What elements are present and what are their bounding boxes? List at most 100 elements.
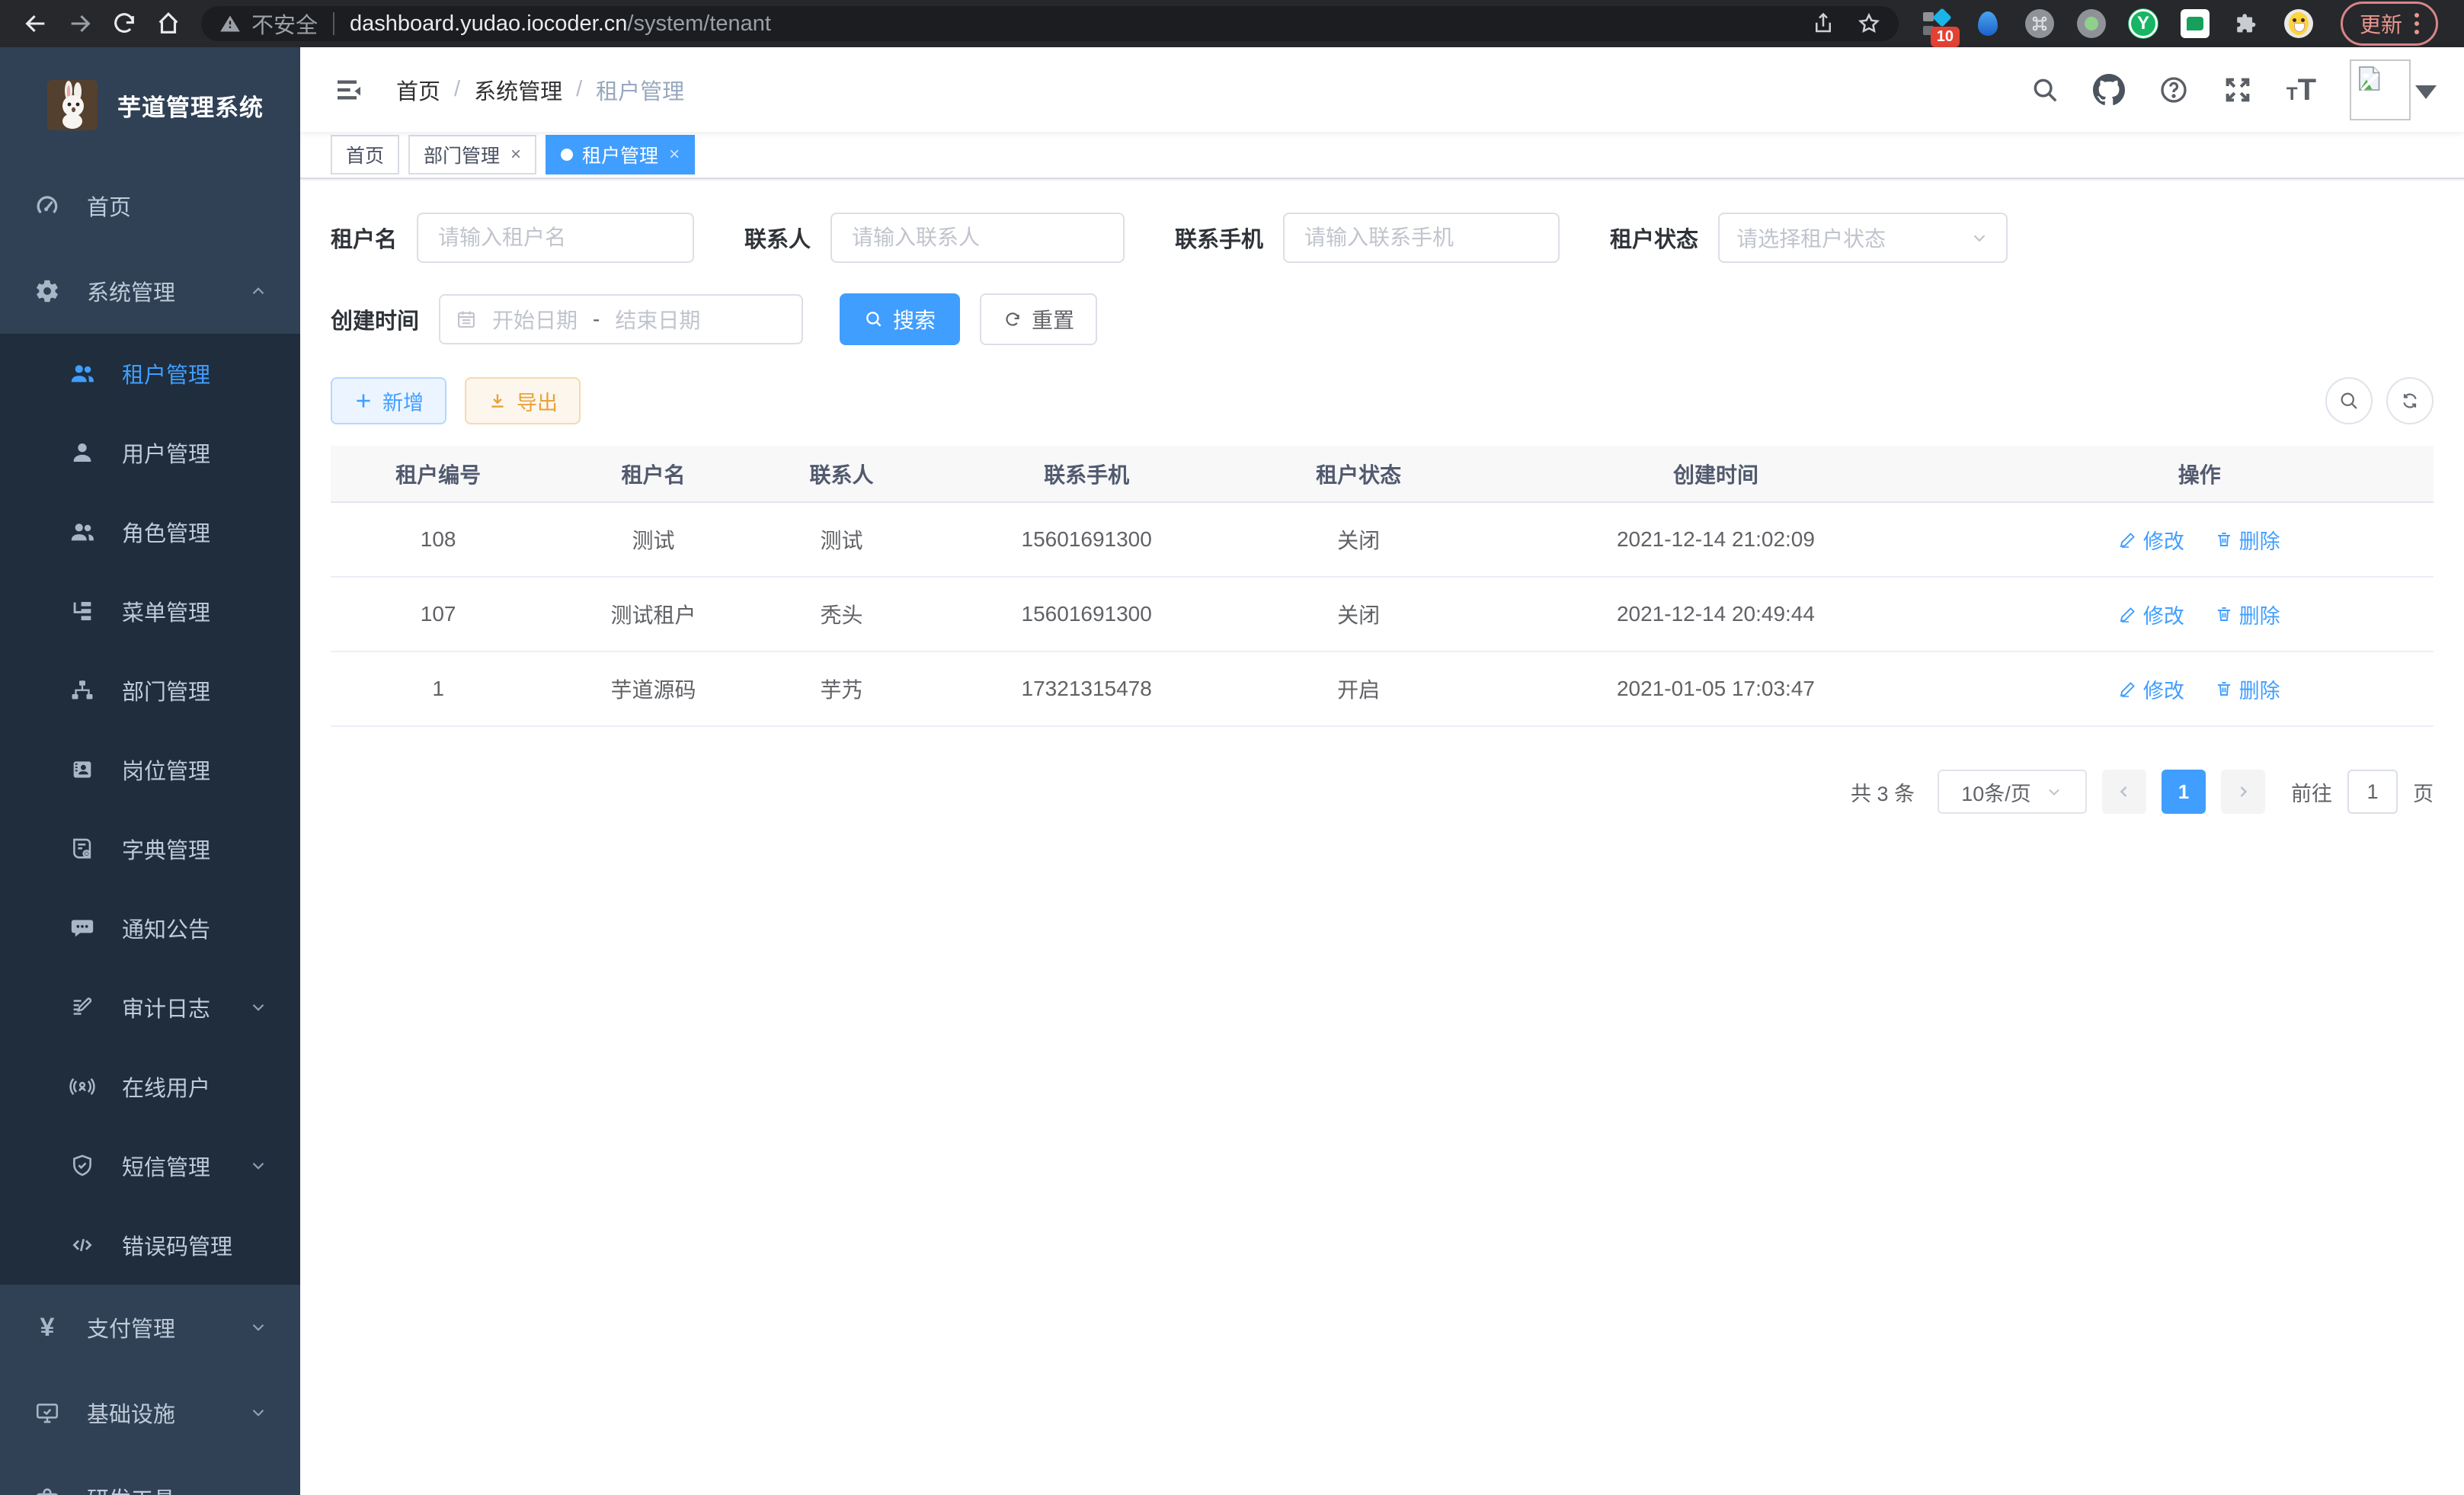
chevron-down-icon bbox=[248, 1156, 268, 1176]
bookmark-star-icon[interactable] bbox=[1858, 12, 1880, 35]
extension-recorder-icon[interactable] bbox=[2077, 9, 2106, 38]
tags-view: 首页 部门管理× 租户管理× bbox=[300, 132, 2464, 179]
page-number-1[interactable]: 1 bbox=[2162, 770, 2206, 814]
gear-icon bbox=[32, 278, 62, 304]
trash-icon bbox=[2215, 605, 2233, 623]
sidebar-item-dict[interactable]: 字典管理 bbox=[0, 809, 300, 888]
add-button[interactable]: 新增 bbox=[331, 377, 446, 424]
phone-input[interactable] bbox=[1283, 213, 1560, 263]
tag-tenant-active[interactable]: 租户管理× bbox=[546, 135, 695, 174]
sidebar-item-tenant[interactable]: 租户管理 bbox=[0, 334, 300, 413]
extension-command-icon[interactable] bbox=[2025, 9, 2054, 38]
status-select[interactable]: 请选择租户状态 bbox=[1718, 213, 2008, 263]
sidebar-item-role[interactable]: 角色管理 bbox=[0, 492, 300, 571]
sidebar-item-system[interactable]: 系统管理 bbox=[0, 248, 300, 334]
sidebar-item-dept[interactable]: 部门管理 bbox=[0, 651, 300, 730]
profile-avatar-icon[interactable] bbox=[2284, 9, 2313, 38]
create-time-range-picker[interactable]: 开始日期 - 结束日期 bbox=[439, 294, 803, 344]
sidebar-item-label: 角色管理 bbox=[122, 516, 210, 548]
download-icon bbox=[488, 391, 507, 411]
cell-contact: 测试 bbox=[761, 502, 923, 577]
app-logo[interactable]: 芋道管理系统 bbox=[0, 47, 300, 163]
range-separator: - bbox=[593, 307, 600, 331]
avatar-broken-image bbox=[2350, 59, 2411, 120]
sidebar-item-home[interactable]: 首页 bbox=[0, 163, 300, 248]
sidebar-item-infrastructure[interactable]: 基础设施 bbox=[0, 1370, 300, 1455]
sidebar-item-label: 字典管理 bbox=[122, 833, 210, 865]
sidebar-item-payment[interactable]: ¥ 支付管理 bbox=[0, 1285, 300, 1370]
edit-link[interactable]: 修改 bbox=[2119, 525, 2184, 555]
col-created: 创建时间 bbox=[1466, 446, 1965, 502]
sidebar-item-notice[interactable]: 通知公告 bbox=[0, 888, 300, 968]
sidebar-item-label: 系统管理 bbox=[87, 275, 175, 307]
browser-update-button[interactable]: 更新 bbox=[2341, 2, 2438, 46]
prev-page-button[interactable] bbox=[2102, 770, 2146, 814]
fullscreen-icon[interactable] bbox=[2222, 75, 2253, 105]
close-icon[interactable]: × bbox=[510, 144, 521, 165]
delete-link[interactable]: 删除 bbox=[2215, 674, 2280, 704]
share-icon[interactable] bbox=[1812, 12, 1835, 35]
cell-phone: 17321315478 bbox=[922, 651, 1251, 726]
cell-id: 108 bbox=[331, 502, 546, 577]
extension-pinned-icon[interactable]: 10 bbox=[1922, 9, 1950, 38]
user-avatar[interactable] bbox=[2350, 59, 2437, 120]
breadcrumb-home[interactable]: 首页 bbox=[396, 74, 440, 106]
sidebar-item-sms[interactable]: 短信管理 bbox=[0, 1126, 300, 1205]
goto-page-input[interactable] bbox=[2347, 770, 2398, 814]
search-button[interactable]: 搜索 bbox=[840, 293, 960, 345]
sidebar-item-label: 通知公告 bbox=[122, 912, 210, 944]
dashboard-icon bbox=[32, 193, 62, 219]
breadcrumb-current: 租户管理 bbox=[596, 74, 684, 106]
sidebar-item-online-users[interactable]: 在线用户 bbox=[0, 1047, 300, 1126]
breadcrumb-system[interactable]: 系统管理 bbox=[474, 74, 562, 106]
close-icon[interactable]: × bbox=[669, 144, 680, 165]
trash-icon bbox=[2215, 530, 2233, 549]
github-icon[interactable] bbox=[2093, 74, 2125, 106]
next-page-button[interactable] bbox=[2221, 770, 2265, 814]
extension-chat-icon[interactable] bbox=[2181, 9, 2210, 38]
sidebar-item-error-code[interactable]: 错误码管理 bbox=[0, 1205, 300, 1285]
browser-back-button[interactable] bbox=[14, 2, 58, 46]
calendar-icon bbox=[456, 309, 477, 330]
tenant-name-input[interactable] bbox=[417, 213, 694, 263]
sidebar-item-post[interactable]: 岗位管理 bbox=[0, 730, 300, 809]
reset-button[interactable]: 重置 bbox=[980, 293, 1097, 345]
extension-y-icon[interactable]: Y bbox=[2129, 9, 2158, 38]
col-contact: 联系人 bbox=[761, 446, 923, 502]
delete-link[interactable]: 删除 bbox=[2215, 525, 2280, 555]
pencil-icon bbox=[2119, 680, 2137, 698]
edit-link[interactable]: 修改 bbox=[2119, 600, 2184, 629]
browser-reload-button[interactable] bbox=[102, 2, 146, 46]
extensions-puzzle-icon[interactable] bbox=[2232, 9, 2261, 38]
sidebar-toggle-icon[interactable] bbox=[334, 75, 364, 105]
tag-home[interactable]: 首页 bbox=[331, 135, 399, 174]
delete-link[interactable]: 删除 bbox=[2215, 600, 2280, 629]
sidebar-item-label: 短信管理 bbox=[122, 1150, 210, 1182]
address-bar[interactable]: 不安全 dashboard.yudao.iocoder.cn/system/te… bbox=[201, 6, 1899, 41]
contact-input[interactable] bbox=[830, 213, 1125, 263]
browser-home-button[interactable] bbox=[146, 2, 190, 46]
header-search-icon[interactable] bbox=[2030, 75, 2059, 104]
help-icon[interactable] bbox=[2158, 75, 2189, 105]
export-button[interactable]: 导出 bbox=[465, 377, 581, 424]
extension-balloon-icon[interactable] bbox=[1973, 9, 2002, 38]
edit-link[interactable]: 修改 bbox=[2119, 674, 2184, 704]
page-size-select[interactable]: 10条/页 bbox=[1938, 770, 2087, 814]
browser-forward-button[interactable] bbox=[58, 2, 102, 46]
chevron-down-icon bbox=[2045, 783, 2063, 801]
sidebar-item-dev-tools[interactable]: 研发工具 bbox=[0, 1455, 300, 1495]
yen-icon: ¥ bbox=[32, 1313, 62, 1343]
sidebar-item-user[interactable]: 用户管理 bbox=[0, 413, 300, 492]
refresh-table-button[interactable] bbox=[2386, 377, 2434, 424]
cell-actions: 修改 删除 bbox=[1966, 577, 2434, 651]
font-size-icon[interactable]: TT bbox=[2286, 75, 2316, 105]
tag-dept[interactable]: 部门管理× bbox=[408, 135, 536, 174]
sidebar-item-audit-log[interactable]: 审计日志 bbox=[0, 968, 300, 1047]
cell-name: 测试租户 bbox=[546, 577, 760, 651]
trash-icon bbox=[2215, 680, 2233, 698]
browser-menu-icon[interactable] bbox=[2414, 13, 2419, 34]
sidebar-item-menu[interactable]: 菜单管理 bbox=[0, 571, 300, 651]
sidebar-item-label: 用户管理 bbox=[122, 437, 210, 469]
pencil-icon bbox=[2119, 530, 2137, 549]
toggle-search-button[interactable] bbox=[2325, 377, 2373, 424]
